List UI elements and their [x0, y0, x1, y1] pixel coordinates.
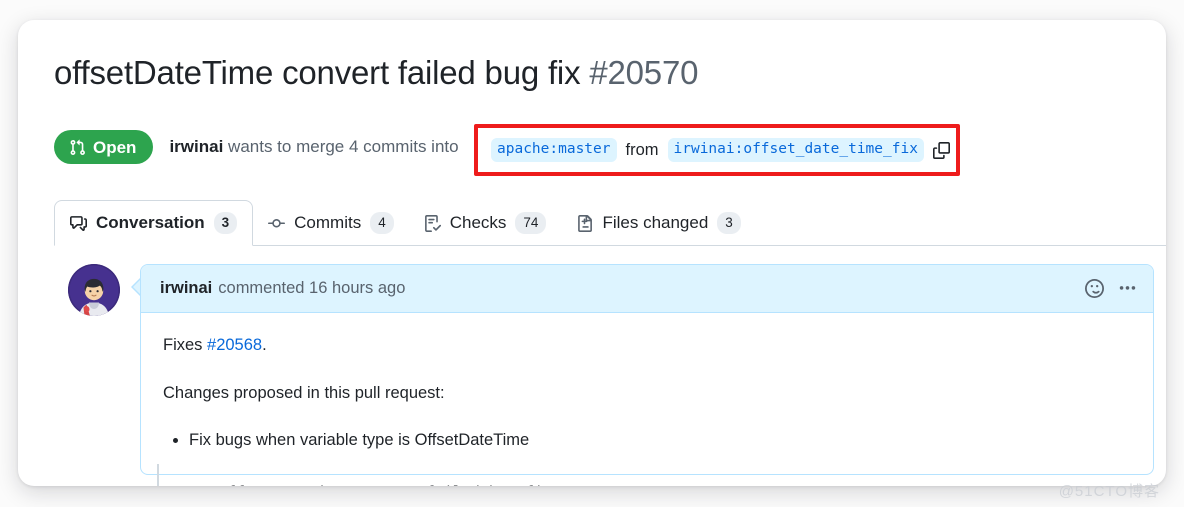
- x-failed-icon[interactable]: [1041, 484, 1058, 487]
- file-diff-icon: [576, 214, 593, 232]
- screenshot-root: offsetDateTime convert failed bug fix #2…: [0, 0, 1184, 507]
- base-branch-chip[interactable]: apache:master: [491, 137, 617, 163]
- pull-request-card: offsetDateTime convert failed bug fix #2…: [18, 20, 1166, 486]
- pr-author: irwinai: [169, 137, 224, 156]
- checklist-icon: [424, 214, 441, 232]
- timeline-commit-row: offsetDateTime convert failed bug fix a6…: [140, 475, 1166, 486]
- tab-checks[interactable]: Checks 74: [409, 200, 562, 246]
- comment-action-text: commented 16 hours ago: [218, 279, 406, 297]
- page-title: offsetDateTime convert failed bug fix #2…: [54, 52, 698, 94]
- comment-paragraph-changes: Changes proposed in this pull request:: [163, 383, 445, 402]
- git-commit-icon: [268, 215, 286, 232]
- tab-checks-label: Checks: [449, 213, 507, 232]
- tab-commits[interactable]: Commits 4: [253, 200, 409, 246]
- kebab-horizontal-icon[interactable]: [1118, 279, 1137, 298]
- tab-commits-label: Commits: [294, 213, 362, 232]
- branch-annotation-box: apache:master from irwinai:offset_date_t…: [474, 124, 960, 176]
- tab-conversation-count: 3: [213, 211, 238, 235]
- fixes-suffix: .: [262, 336, 267, 354]
- tab-conversation[interactable]: Conversation 3: [54, 200, 254, 246]
- comment-body: Fixes #20568. Changes proposed in this p…: [141, 313, 1153, 474]
- avatar[interactable]: [68, 264, 120, 316]
- comment-box: irwinai commented 16 hours ago Fixes #20…: [140, 264, 1154, 475]
- merge-summary: irwinai wants to merge 4 commits into: [169, 137, 458, 157]
- tab-files-changed-label: Files changed: [602, 213, 709, 232]
- pr-meta-row: Open irwinai wants to merge 4 commits in…: [54, 127, 459, 167]
- fixes-prefix: Fixes: [163, 336, 208, 354]
- watermark: @51CTO博客: [1058, 483, 1160, 500]
- issue-link[interactable]: #20568: [207, 336, 262, 354]
- tab-files-changed-count: 3: [717, 211, 741, 235]
- copy-icon[interactable]: [932, 141, 950, 159]
- pr-tabs: Conversation 3 Commits 4 Checks 74 Files…: [54, 200, 1166, 246]
- comment-bullet-list: Fix bugs when variable type is OffsetDat…: [163, 428, 1131, 454]
- smiley-icon[interactable]: [1085, 279, 1104, 298]
- tab-files-changed[interactable]: Files changed 3: [561, 200, 755, 246]
- status-badge-label: Open: [93, 137, 137, 157]
- comment-discussion-icon: [70, 215, 87, 232]
- comment-paragraph-fixes: Fixes #20568.: [163, 333, 1131, 359]
- merge-summary-text: wants to merge 4 commits into: [228, 137, 459, 156]
- comment-author[interactable]: irwinai: [160, 279, 212, 298]
- commit-message[interactable]: offsetDateTime convert failed bug fix: [218, 483, 552, 486]
- status-badge: Open: [54, 130, 154, 164]
- tab-conversation-label: Conversation: [96, 213, 205, 232]
- branch-connector-label: from: [625, 140, 659, 159]
- git-pull-request-icon: [69, 139, 86, 156]
- pr-title-text: offsetDateTime convert failed bug fix: [54, 54, 581, 91]
- tab-commits-count: 4: [370, 211, 394, 235]
- tab-checks-count: 74: [515, 211, 547, 235]
- pr-number: #20570: [589, 54, 699, 91]
- comment-header: irwinai commented 16 hours ago: [141, 265, 1153, 313]
- head-branch-chip[interactable]: irwinai:offset_date_time_fix: [667, 137, 924, 163]
- git-commit-icon: [150, 484, 167, 487]
- list-item: Fix bugs when variable type is OffsetDat…: [189, 428, 1131, 454]
- comment-header-actions: [1085, 279, 1137, 298]
